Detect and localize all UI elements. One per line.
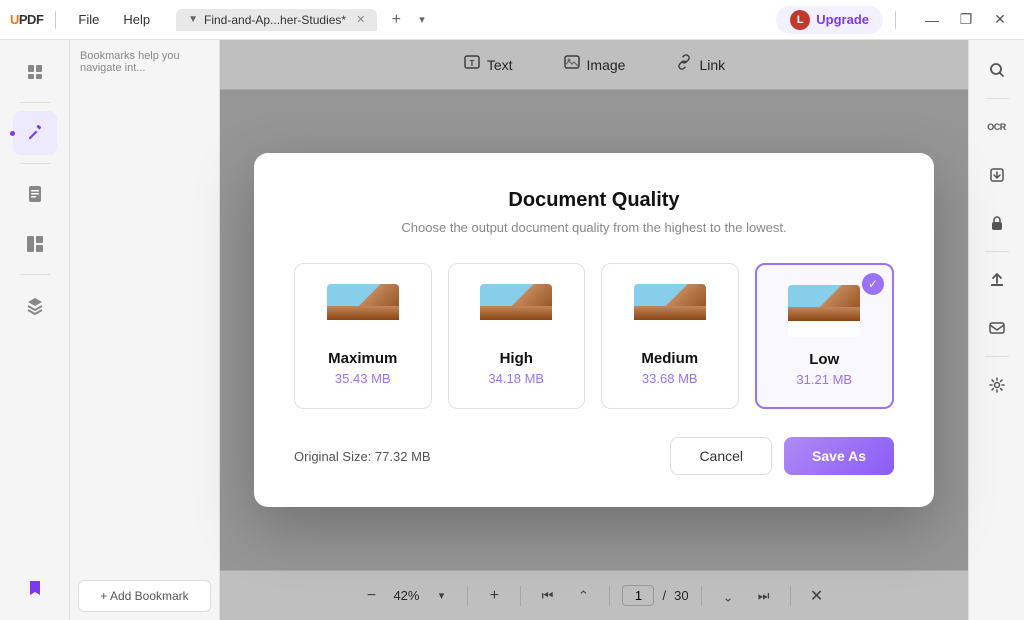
sidebar-icon-edit[interactable] <box>13 111 57 155</box>
sidebar-icon-layout[interactable] <box>13 222 57 266</box>
cancel-button[interactable]: Cancel <box>670 437 772 475</box>
tab-dropdown-arrow: ▼ <box>188 14 198 25</box>
right-sidebar-sep-3 <box>985 356 1009 357</box>
quality-name-high: High <box>500 350 533 367</box>
quality-size-medium: 33.68 MB <box>642 371 698 386</box>
close-button[interactable]: ✕ <box>986 6 1014 34</box>
main-layout: Bookmarks help you navigate int... + Add… <box>0 40 1024 620</box>
share-icon <box>988 271 1006 289</box>
user-avatar: L <box>790 10 810 30</box>
tab-arrow-button[interactable]: ▾ <box>419 13 425 26</box>
quality-card-maximum[interactable]: ✓ Maximum 35.43 MB <box>294 263 432 409</box>
pages-icon <box>25 62 45 82</box>
dialog-title: Document Quality <box>294 189 894 212</box>
layers-icon <box>25 295 45 315</box>
quality-card-medium[interactable]: ✓ Medium 33.68 MB <box>601 263 739 409</box>
search-panel-button[interactable] <box>977 50 1017 90</box>
upgrade-button[interactable]: L Upgrade <box>776 6 883 34</box>
dialog-actions: Cancel Save As <box>670 437 894 475</box>
titlebar: UPDF File Help ▼ Find-and-Ap...her-Studi… <box>0 0 1024 40</box>
original-size-label: Original Size: 77.32 MB <box>294 449 431 464</box>
bookmark-hint: Bookmarks help you navigate int... <box>80 50 180 74</box>
logo-u: U <box>10 12 19 27</box>
sidebar-icon-bookmark[interactable] <box>13 566 57 610</box>
sidebar-sep-2 <box>20 163 50 164</box>
menu-help[interactable]: Help <box>113 8 160 31</box>
thumbnail-medium <box>634 284 706 336</box>
lock-icon <box>988 214 1006 232</box>
titlebar-divider-1 <box>55 11 56 29</box>
dialog-footer: Original Size: 77.32 MB Cancel Save As <box>294 437 894 475</box>
titlebar-divider-2 <box>895 11 896 29</box>
email-button[interactable] <box>977 308 1017 348</box>
dialog-overlay: Document Quality Choose the output docum… <box>220 40 968 620</box>
quality-size-maximum: 35.43 MB <box>335 371 391 386</box>
right-sidebar-sep-1 <box>985 98 1009 99</box>
document-icon <box>25 184 45 204</box>
sidebar-icon-pages[interactable] <box>13 50 57 94</box>
left-sidebar <box>0 40 70 620</box>
new-tab-button[interactable]: + <box>385 9 407 31</box>
left-panel: Bookmarks help you navigate int... + Add… <box>70 40 220 620</box>
layout-icon <box>25 234 45 254</box>
quality-name-medium: Medium <box>641 350 698 367</box>
quality-size-high: 34.18 MB <box>488 371 544 386</box>
right-sidebar-sep-2 <box>985 251 1009 252</box>
titlebar-menu: File Help <box>68 8 160 31</box>
window-controls: — ❐ ✕ <box>918 6 1014 34</box>
add-bookmark-button[interactable]: + Add Bookmark <box>78 580 211 612</box>
menu-file[interactable]: File <box>68 8 109 31</box>
quality-name-low: Low <box>809 351 839 368</box>
tab-name: Find-and-Ap...her-Studies* <box>204 13 346 27</box>
quality-name-maximum: Maximum <box>328 350 397 367</box>
quality-size-low: 31.21 MB <box>796 372 852 387</box>
search-icon <box>988 61 1006 79</box>
sidebar-icon-layers[interactable] <box>13 283 57 327</box>
sidebar-icon-document[interactable] <box>13 172 57 216</box>
quality-card-high[interactable]: ✓ High 34.18 MB <box>448 263 586 409</box>
upgrade-label: Upgrade <box>816 12 869 27</box>
tab-close-icon[interactable]: ✕ <box>356 13 365 26</box>
edit-icon <box>25 123 45 143</box>
document-quality-dialog: Document Quality Choose the output docum… <box>254 153 934 507</box>
panel-content: Bookmarks help you navigate int... <box>70 40 219 572</box>
right-sidebar: OCR <box>968 40 1024 620</box>
sidebar-sep-3 <box>20 274 50 275</box>
save-as-button[interactable]: Save As <box>784 437 894 475</box>
thumbnail-maximum <box>327 284 399 336</box>
minimize-button[interactable]: — <box>918 6 946 34</box>
email-icon <box>988 319 1006 337</box>
content-area: T Text Image <box>220 40 968 620</box>
thumbnail-high <box>480 284 552 336</box>
extract-button[interactable] <box>977 155 1017 195</box>
thumbnail-low <box>788 285 860 337</box>
restore-button[interactable]: ❐ <box>952 6 980 34</box>
titlebar-tab[interactable]: ▼ Find-and-Ap...her-Studies* ✕ <box>176 9 377 31</box>
app-logo: UPDF <box>10 12 43 27</box>
ocr-button[interactable]: OCR <box>977 107 1017 147</box>
extract-icon <box>988 166 1006 184</box>
logo-pdf: PDF <box>19 12 44 27</box>
secure-button[interactable] <box>977 203 1017 243</box>
dialog-subtitle: Choose the output document quality from … <box>294 220 894 235</box>
settings-icon <box>988 376 1006 394</box>
bookmark-icon <box>25 578 45 598</box>
check-low: ✓ <box>862 273 884 295</box>
quality-card-low[interactable]: ✓ Low 31.21 MB <box>755 263 895 409</box>
share-button[interactable] <box>977 260 1017 300</box>
quality-options: ✓ Maximum 35.43 MB ✓ <box>294 263 894 409</box>
settings-button[interactable] <box>977 365 1017 405</box>
sidebar-sep-1 <box>20 102 50 103</box>
